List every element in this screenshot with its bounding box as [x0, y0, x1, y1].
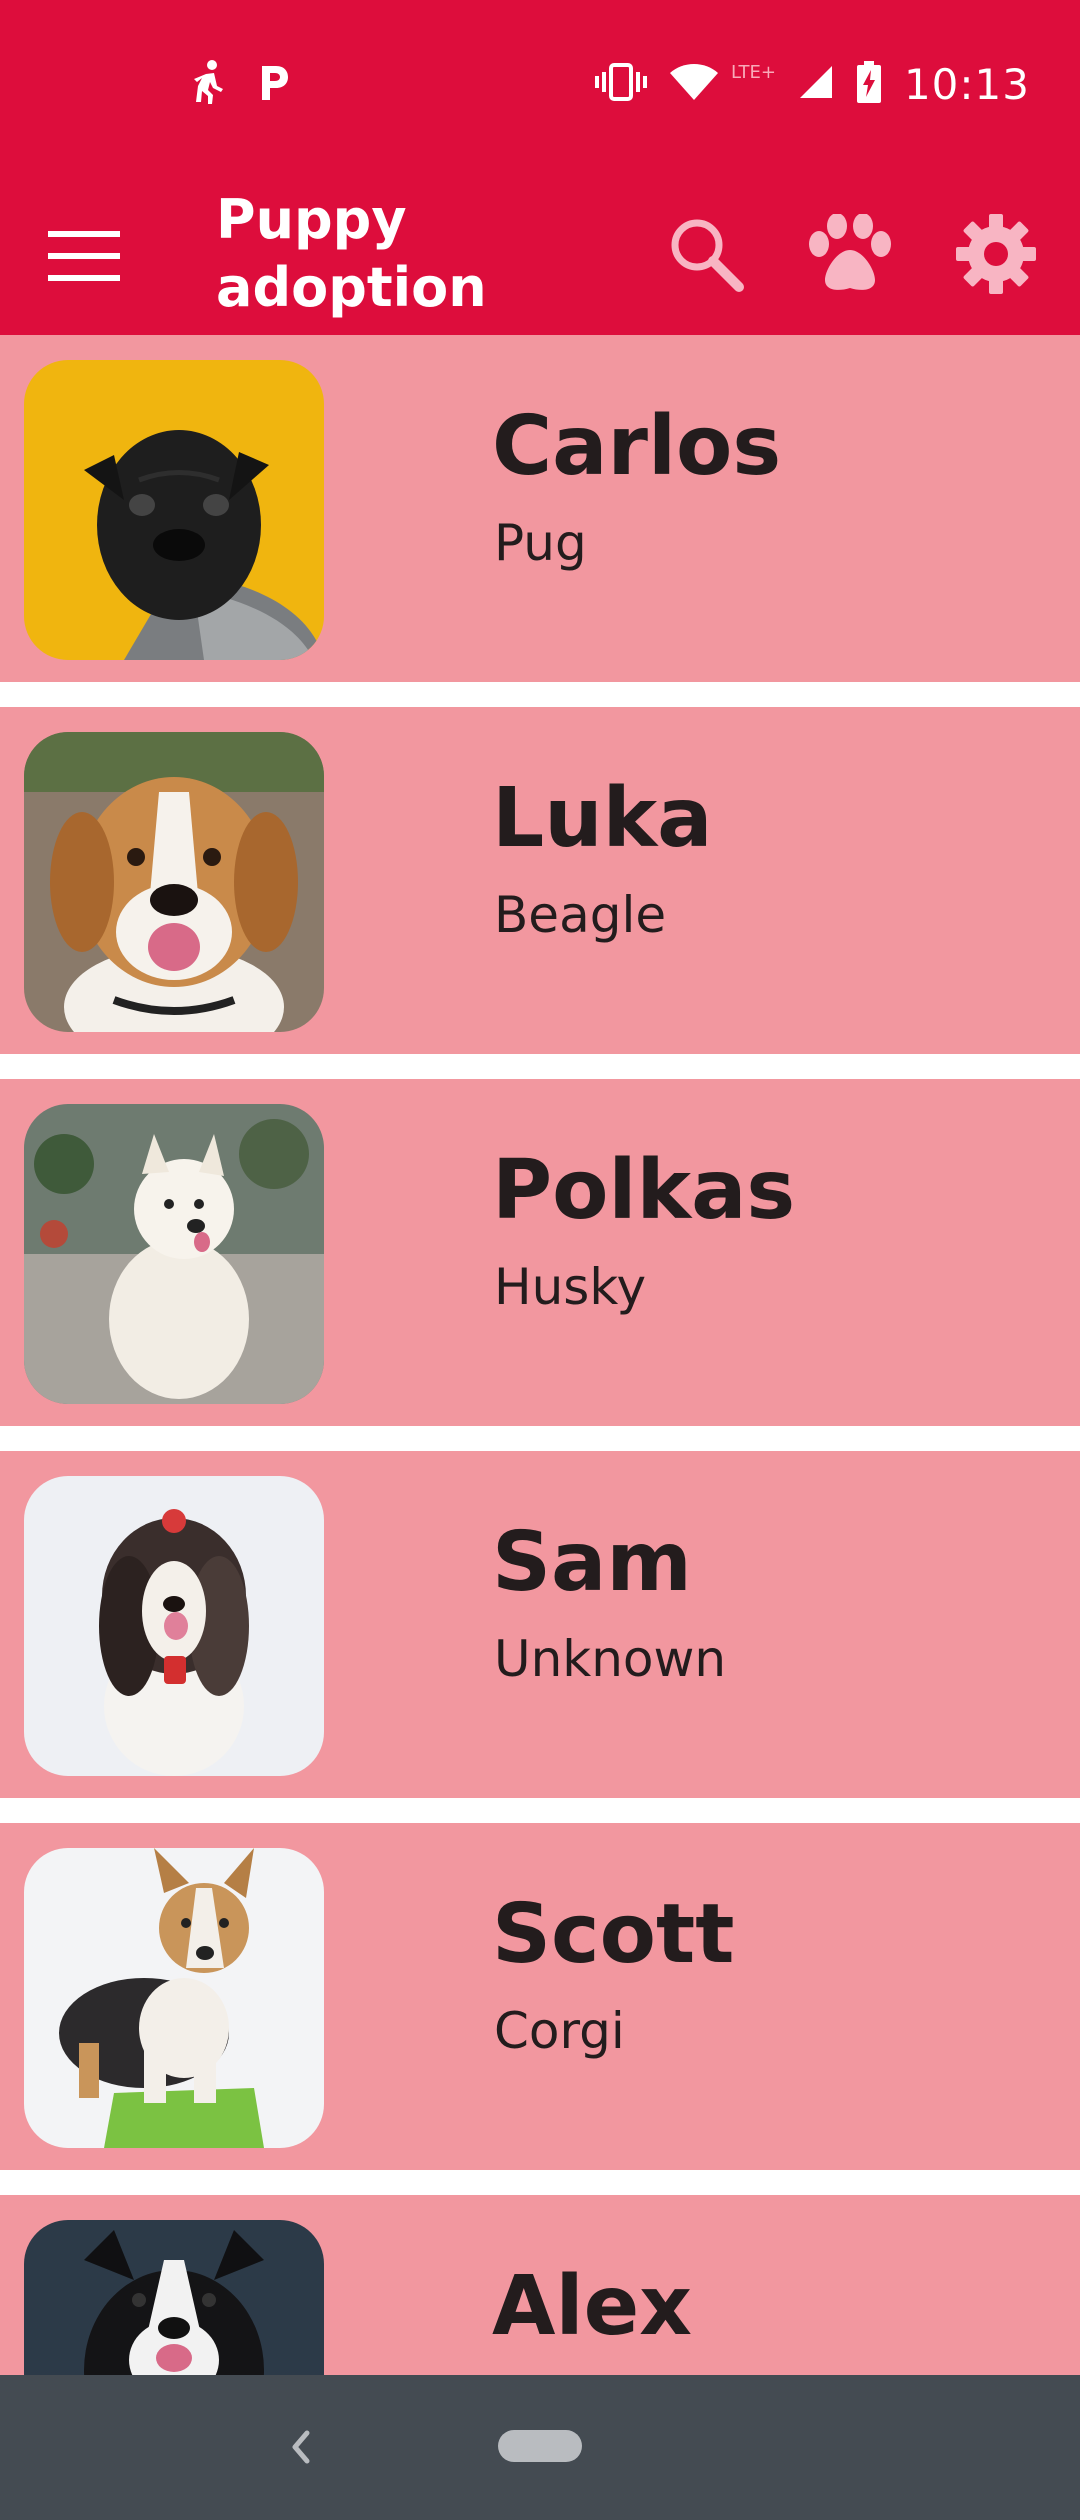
settings-button[interactable]: [946, 204, 1046, 304]
navigation-bar: [0, 2375, 1080, 2520]
walking-icon: [192, 58, 228, 110]
dog-name: Alex: [492, 2259, 693, 2354]
dog-name: Scott: [492, 1887, 735, 1982]
lte-label: LTE+: [730, 61, 776, 83]
search-button[interactable]: [656, 204, 756, 304]
dog-photo-carlos: [24, 360, 324, 660]
status-right-icons: LTE+ 10:13: [594, 52, 1030, 116]
app-screen: LTE+ 10:13 Puppy adoption Carlos Pug Luk…: [0, 0, 1080, 2520]
signal-icon: [798, 64, 834, 104]
dog-card-alex[interactable]: Alex: [0, 2195, 1080, 2375]
dog-name: Luka: [492, 771, 713, 866]
app-bar: Puppy adoption: [0, 168, 1080, 335]
parking-app-icon: [258, 62, 290, 106]
menu-button[interactable]: [36, 208, 132, 304]
dog-photo-sam: [24, 1476, 324, 1776]
dog-breed: Beagle: [494, 886, 667, 944]
dog-name: Polkas: [492, 1143, 796, 1238]
dog-card-luka[interactable]: Luka Beagle: [0, 707, 1080, 1054]
dog-photo-alex: [24, 2220, 324, 2375]
dog-breed: Unknown: [494, 1630, 727, 1688]
paw-icon: [809, 214, 891, 290]
dog-list: Carlos Pug Luka Beagle Polkas Husky Sam …: [0, 335, 1080, 2375]
paw-button[interactable]: [800, 204, 900, 304]
gear-icon: [956, 214, 1036, 294]
battery-charging-icon: [856, 61, 882, 107]
back-icon: [292, 2430, 310, 2464]
status-bar: LTE+ 10:13: [0, 0, 1080, 168]
home-pill-icon[interactable]: [498, 2430, 582, 2462]
dog-name: Sam: [492, 1515, 692, 1610]
search-icon: [671, 219, 744, 292]
dog-card-polkas[interactable]: Polkas Husky: [0, 1079, 1080, 1426]
dog-breed: Corgi: [494, 2002, 625, 2060]
dog-name: Carlos: [492, 399, 782, 494]
app-title: Puppy adoption: [216, 188, 487, 319]
dog-card-carlos[interactable]: Carlos Pug: [0, 335, 1080, 682]
dog-card-sam[interactable]: Sam Unknown: [0, 1451, 1080, 1798]
vibrate-icon: [594, 62, 647, 106]
status-time: 10:13: [903, 59, 1030, 109]
wifi-icon: [669, 63, 719, 105]
dog-photo-luka: [24, 732, 324, 1032]
menu-icon: [48, 231, 120, 281]
dog-breed: Husky: [494, 1258, 647, 1316]
dog-breed: Pug: [494, 514, 587, 572]
dog-photo-polkas: [24, 1104, 324, 1404]
status-left-icons: [192, 52, 290, 116]
back-button[interactable]: [270, 2417, 330, 2477]
dog-photo-scott: [24, 1848, 324, 2148]
dog-card-scott[interactable]: Scott Corgi: [0, 1823, 1080, 2170]
